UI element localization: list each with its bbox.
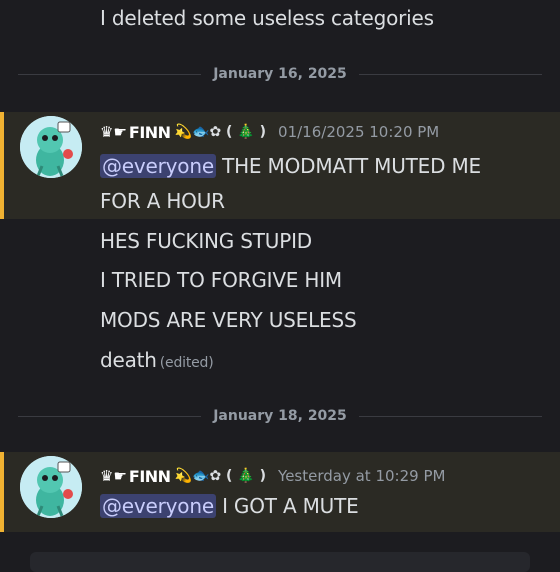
username-prefix-icons: ♛☛ xyxy=(100,467,127,485)
username-suffix-emoji: 💫🐟✿ ( 🎄 ) xyxy=(174,468,267,484)
username[interactable]: ♛☛ FINN 💫🐟✿ ( 🎄 ) xyxy=(100,123,266,142)
message-text-content: death xyxy=(100,348,157,372)
avatar[interactable] xyxy=(20,456,82,518)
username-text[interactable]: FINN xyxy=(129,467,171,486)
message-text-rest: THE MODMATT MUTED ME xyxy=(215,154,481,178)
message-text: I deleted some useless categories xyxy=(100,6,434,30)
message-text: I TRIED TO FORGIVE HIM xyxy=(100,268,342,292)
avatar[interactable] xyxy=(20,116,82,178)
timestamp[interactable]: 01/16/2025 10:20 PM xyxy=(278,123,439,141)
username-suffix-emoji: 💫🐟✿ ( 🎄 ) xyxy=(174,124,267,140)
divider-rule xyxy=(358,73,542,75)
message-text: HES FUCKING STUPID xyxy=(100,229,312,253)
message-header: ♛☛ FINN 💫🐟✿ ( 🎄 ) Yesterday at 10:29 PM xyxy=(100,464,445,488)
everyone-mention[interactable]: @everyone xyxy=(100,494,216,518)
next-message-embed xyxy=(30,552,530,572)
username-text[interactable]: FINN xyxy=(129,123,171,142)
divider-date: January 16, 2025 xyxy=(213,66,347,82)
date-divider: January 18, 2025 xyxy=(18,406,542,426)
everyone-mention[interactable]: @everyone xyxy=(100,154,216,178)
divider-rule xyxy=(18,415,202,417)
message-text: FOR A HOUR xyxy=(100,189,225,213)
message-header: ♛☛ FINN 💫🐟✿ ( 🎄 ) 01/16/2025 10:20 PM xyxy=(100,120,439,144)
message-text: @everyone I GOT A MUTE xyxy=(100,494,359,518)
message-text: MODS ARE VERY USELESS xyxy=(100,308,357,332)
message-text-rest: I GOT A MUTE xyxy=(215,494,359,518)
timestamp[interactable]: Yesterday at 10:29 PM xyxy=(278,467,445,485)
divider-rule xyxy=(358,415,542,417)
avatar-image xyxy=(20,456,82,518)
username-prefix-icons: ♛☛ xyxy=(100,123,127,141)
edited-label: (edited) xyxy=(159,355,214,371)
message-group[interactable]: ♛☛ FINN 💫🐟✿ ( 🎄 ) 01/16/2025 10:20 PM @e… xyxy=(0,112,560,219)
avatar-image xyxy=(20,116,82,178)
message-text: death (edited) xyxy=(100,348,214,372)
divider-rule xyxy=(18,73,202,75)
username[interactable]: ♛☛ FINN 💫🐟✿ ( 🎄 ) xyxy=(100,467,266,486)
date-divider: January 16, 2025 xyxy=(18,64,542,84)
message-group[interactable]: ♛☛ FINN 💫🐟✿ ( 🎄 ) Yesterday at 10:29 PM … xyxy=(0,452,560,532)
message-text: @everyone THE MODMATT MUTED ME xyxy=(100,154,481,178)
divider-date: January 18, 2025 xyxy=(213,408,347,424)
